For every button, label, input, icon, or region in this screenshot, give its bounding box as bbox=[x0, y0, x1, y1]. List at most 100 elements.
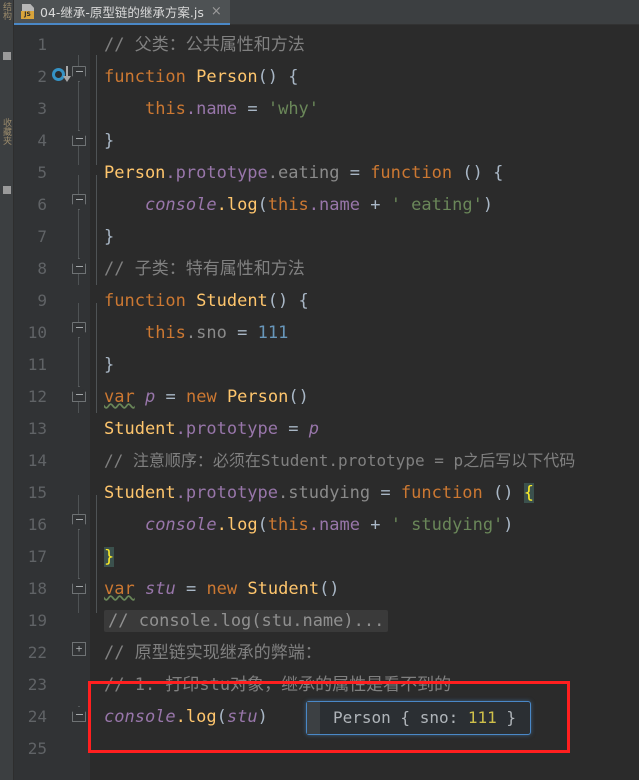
fold-collapse-icon[interactable] bbox=[72, 514, 86, 530]
code-line-9[interactable]: function Student() { bbox=[90, 285, 309, 317]
inline-value-hint[interactable]: Person { sno: 111 } bbox=[306, 701, 532, 735]
open-brace: { bbox=[288, 67, 299, 87]
fold-collapse-icon[interactable] bbox=[72, 322, 86, 338]
console-object: console bbox=[104, 707, 176, 727]
tab-title: 04-继承-原型链的继承方案.js bbox=[40, 5, 204, 20]
code-line-5[interactable]: Person.prototype.eating = function () { bbox=[90, 157, 503, 189]
fold-collapse-icon[interactable] bbox=[72, 194, 86, 210]
line-number: 25 bbox=[27, 739, 47, 758]
string-literal: ' eating' bbox=[390, 195, 483, 215]
code-line-18[interactable]: var stu = new Student() bbox=[90, 573, 340, 605]
line-number: 8 bbox=[37, 259, 47, 278]
code-line-4[interactable]: } bbox=[90, 125, 114, 157]
code-editor[interactable]: 1 2 3 4 5 6 7 8 9 10 11 12 13 14 15 16 1… bbox=[14, 25, 639, 780]
assign-operator: = bbox=[247, 99, 258, 119]
code-line-15[interactable]: Student.prototype.studying = function ()… bbox=[90, 477, 535, 509]
strip-button-top[interactable] bbox=[3, 52, 11, 60]
number-literal: 111 bbox=[257, 323, 289, 343]
function-name: Person bbox=[196, 67, 258, 87]
parens: () bbox=[257, 67, 279, 87]
code-line-3[interactable]: this.name = 'why' bbox=[90, 93, 319, 125]
log-method: .log bbox=[216, 195, 258, 215]
code-line-8[interactable]: // 子类：特有属性和方法 bbox=[90, 253, 305, 285]
line-number: 18 bbox=[27, 579, 47, 598]
object-name: Student bbox=[104, 419, 176, 439]
parens: () bbox=[267, 291, 289, 311]
hint-suffix: } bbox=[496, 708, 517, 727]
editor-gutter[interactable]: 1 2 3 4 5 6 7 8 9 10 11 12 13 14 15 16 1… bbox=[14, 25, 90, 780]
keyword-function: function bbox=[400, 483, 483, 503]
implemented-method-icon[interactable] bbox=[52, 66, 74, 84]
keyword-new: new bbox=[206, 579, 238, 599]
fold-end-icon[interactable] bbox=[72, 130, 86, 146]
js-badge: JS bbox=[21, 11, 34, 19]
variable-name: p bbox=[144, 387, 156, 407]
plus-operator: + bbox=[370, 195, 381, 215]
line-number: 22 bbox=[27, 643, 47, 662]
code-line-24[interactable]: console.log(stu) bbox=[90, 701, 268, 733]
line-number: 17 bbox=[27, 547, 47, 566]
line-number: 19 bbox=[27, 611, 47, 630]
code-line-6[interactable]: console.log(this.name + ' eating') bbox=[90, 189, 493, 221]
variable-name: p bbox=[308, 419, 320, 439]
assign-operator: = bbox=[237, 323, 248, 343]
fold-end-icon[interactable] bbox=[72, 578, 86, 594]
code-line-2[interactable]: function Person() { bbox=[90, 61, 299, 93]
editor-tab[interactable]: JS 04-继承-原型链的继承方案.js × bbox=[14, 0, 230, 25]
prototype-prop: .prototype bbox=[165, 163, 268, 183]
code-line-25[interactable] bbox=[90, 733, 104, 765]
code-line-12[interactable]: var p = new Person() bbox=[90, 381, 309, 413]
fold-expand-icon[interactable]: + bbox=[72, 642, 86, 656]
code-line-16[interactable]: console.log(this.name + ' studying') bbox=[90, 509, 514, 541]
close-brace: } bbox=[104, 131, 115, 151]
console-object: console bbox=[144, 515, 217, 535]
keyword-var: var bbox=[104, 387, 135, 407]
fold-collapse-icon[interactable] bbox=[72, 66, 86, 82]
line-number: 2 bbox=[37, 67, 47, 86]
code-line-1[interactable]: // 父类：公共属性和方法 bbox=[90, 29, 305, 61]
open-paren: ( bbox=[257, 195, 268, 215]
property-name: .name bbox=[308, 195, 360, 215]
strip-button-bottom[interactable] bbox=[3, 186, 11, 194]
code-line-19[interactable]: // console.log(stu.name)... bbox=[90, 605, 389, 637]
fold-end-icon[interactable] bbox=[72, 386, 86, 402]
line-number: 13 bbox=[27, 419, 47, 438]
variable-name: stu bbox=[144, 579, 176, 599]
code-line-10[interactable]: this.sno = 111 bbox=[90, 317, 288, 349]
keyword-function: function bbox=[104, 291, 186, 311]
code-line-7[interactable]: } bbox=[90, 221, 114, 253]
parens: () bbox=[319, 579, 340, 599]
close-paren: ) bbox=[257, 707, 268, 727]
code-line-14[interactable]: // 注意顺序：必须在Student.prototype = p之后写以下代码 bbox=[90, 445, 575, 477]
strip-label-structure[interactable]: 结构 bbox=[1, 2, 11, 20]
hint-drag-handle[interactable] bbox=[307, 702, 320, 734]
line-number: 24 bbox=[27, 707, 47, 726]
comment-text: // 父类：公共属性和方法 bbox=[104, 35, 305, 55]
open-paren: ( bbox=[216, 707, 227, 727]
code-line-17[interactable]: } bbox=[90, 541, 115, 573]
keyword-function: function bbox=[104, 67, 186, 87]
property-name: .name bbox=[308, 515, 360, 535]
hint-prefix: Person { sno: bbox=[333, 708, 468, 727]
object-name: Student bbox=[104, 483, 176, 503]
code-line-23[interactable]: // 1. 打印stu对象，继承的属性是看不到的 bbox=[90, 669, 451, 701]
line-number: 16 bbox=[27, 515, 47, 534]
fold-end-icon[interactable] bbox=[72, 258, 86, 274]
code-line-11[interactable]: } bbox=[90, 349, 114, 381]
line-number: 23 bbox=[27, 675, 47, 694]
object-name: Person bbox=[104, 163, 166, 183]
member-name: .studying bbox=[278, 483, 371, 503]
close-icon[interactable]: × bbox=[209, 5, 224, 18]
comment-text: // 子类：特有属性和方法 bbox=[104, 259, 305, 279]
strip-label-bookmarks[interactable]: 收藏夹 bbox=[1, 118, 11, 145]
code-line-13[interactable]: Student.prototype = p bbox=[90, 413, 319, 445]
folded-region[interactable]: // console.log(stu.name)... bbox=[104, 610, 389, 632]
code-content[interactable]: // 父类：公共属性和方法 function Person() { this.n… bbox=[90, 25, 639, 780]
open-brace: { bbox=[298, 291, 309, 311]
line-number: 7 bbox=[37, 227, 47, 246]
left-tool-strip[interactable]: 结构 收藏夹 bbox=[0, 0, 14, 780]
fold-rail bbox=[78, 495, 79, 613]
prototype-prop: .prototype bbox=[175, 419, 279, 439]
fold-end-icon[interactable] bbox=[72, 706, 86, 722]
code-line-22[interactable]: // 原型链实现继承的弊端： bbox=[90, 637, 322, 669]
